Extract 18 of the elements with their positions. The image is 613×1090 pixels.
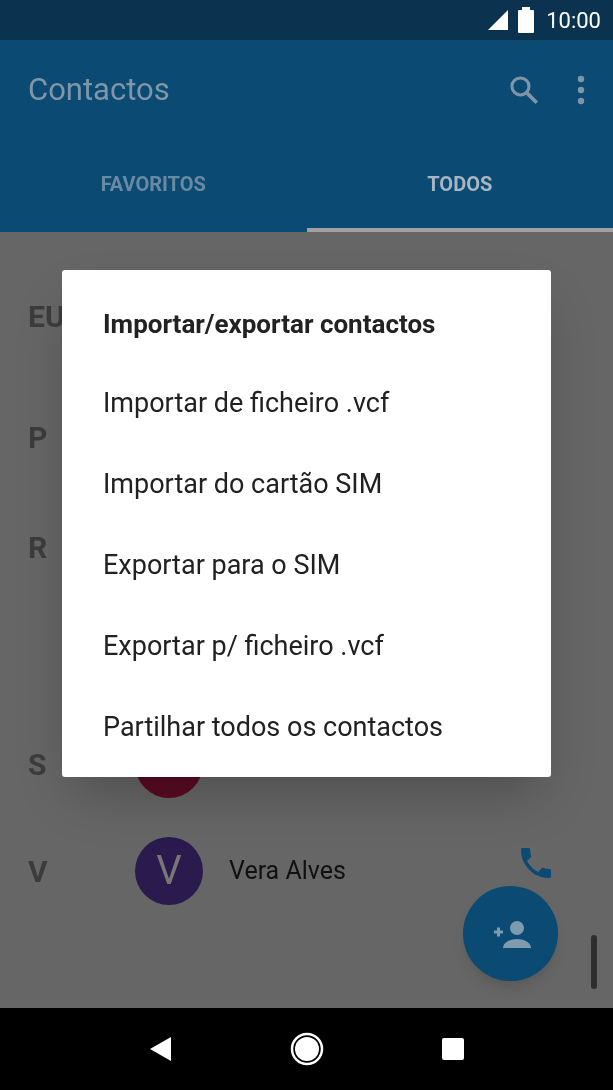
- search-icon[interactable]: [507, 73, 541, 107]
- scrollbar: [591, 935, 597, 989]
- menu-item[interactable]: Exportar p/ ficheiro .vcf: [103, 587, 510, 668]
- menu-item[interactable]: Exportar para o SIM: [103, 506, 510, 587]
- tab[interactable]: TODOS: [306, 140, 613, 232]
- menu-item[interactable]: Importar de ficheiro .vcf: [103, 344, 510, 425]
- signal-icon: [486, 8, 511, 32]
- menu-item[interactable]: Partilhar todos os contactos: [103, 668, 510, 749]
- dialog-title: Importar/exportar contactos: [103, 308, 437, 341]
- battery-icon: [518, 7, 535, 33]
- status-time: 10:00: [546, 6, 601, 35]
- home-icon[interactable]: [289, 1032, 324, 1066]
- app-title: Contactos: [28, 69, 171, 110]
- contact-avatar: V: [135, 837, 203, 905]
- back-icon[interactable]: [148, 1036, 173, 1062]
- recents-icon[interactable]: [440, 1037, 465, 1061]
- more-icon[interactable]: [577, 75, 585, 105]
- menu-item[interactable]: Importar do cartão SIM: [103, 425, 510, 506]
